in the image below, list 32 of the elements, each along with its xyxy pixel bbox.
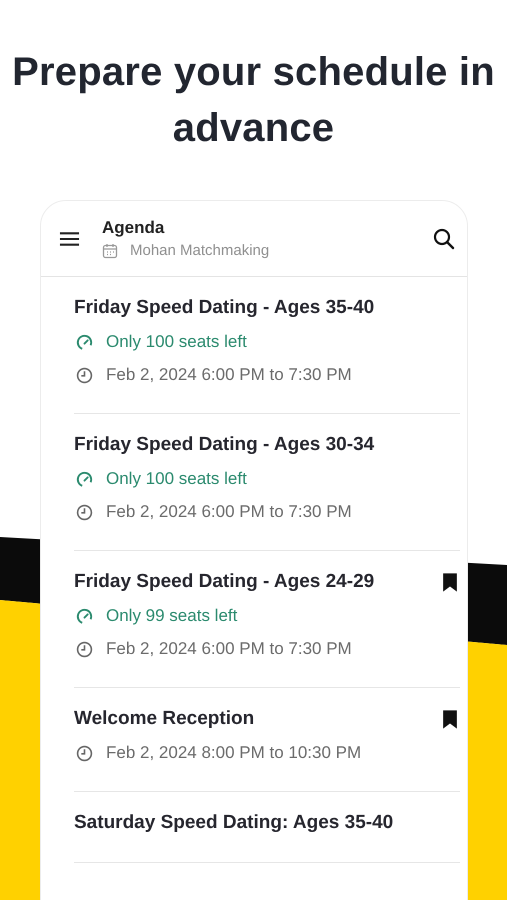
- session-item[interactable]: Saturday Speed Dating: Ages 35-40: [74, 792, 460, 863]
- seats-left: Only 99 seats left: [106, 606, 238, 626]
- clock-icon: [76, 744, 93, 762]
- session-item[interactable]: Welcome Reception Feb 2, 2024 8:00 PM to 10:30 PM: [74, 688, 460, 792]
- gauge-icon: [76, 334, 93, 350]
- session-time: Feb 2, 2024 8:00 PM to 10:30 PM: [106, 743, 362, 763]
- clock-icon: [76, 504, 93, 520]
- session-item[interactable]: Friday Speed Dating - Ages 24-29 Only 99 seats left Feb 2, 2024 6:00 PM to 7:30 PM: [74, 551, 460, 688]
- clock-icon: [76, 640, 93, 658]
- menu-icon[interactable]: [59, 230, 80, 246]
- session-item[interactable]: Friday Speed Dating - Ages 30-34 Only 100 seats left Feb 2, 2024 6:00 PM to 7:30 PM: [74, 414, 460, 551]
- gauge-icon: [76, 608, 93, 624]
- headline: Prepare your schedule in advance: [11, 49, 496, 152]
- session-title: Friday Speed Dating - Ages 35-40: [74, 297, 374, 319]
- bookmark-icon[interactable]: [442, 572, 458, 592]
- bookmark-icon[interactable]: [442, 708, 458, 730]
- clock-icon: [76, 366, 93, 384]
- app-title: Agenda: [102, 218, 166, 238]
- session-title: Welcome Reception: [74, 708, 254, 730]
- session-item[interactable]: Friday Speed Dating - Ages 35-40 Only 100 seats left Feb 2, 2024 6:00 PM to 7:30 PM: [74, 277, 460, 414]
- session-time: Feb 2, 2024 6:00 PM to 7:30 PM: [106, 502, 352, 522]
- calendar-icon: [102, 242, 118, 258]
- session-time: Feb 2, 2024 6:00 PM to 7:30 PM: [106, 639, 352, 659]
- session-title: Saturday Speed Dating: Ages 35-40: [74, 812, 394, 834]
- session-time: Feb 2, 2024 6:00 PM to 7:30 PM: [106, 365, 352, 385]
- seats-left: Only 100 seats left: [106, 469, 247, 489]
- gauge-icon: [76, 470, 93, 488]
- search-icon[interactable]: [433, 228, 455, 250]
- session-title: Friday Speed Dating - Ages 30-34: [74, 434, 374, 456]
- seats-left: Only 100 seats left: [106, 332, 247, 352]
- app-subtitle: Mohan Matchmaking: [130, 242, 270, 259]
- session-title: Friday Speed Dating - Ages 24-29: [74, 571, 374, 593]
